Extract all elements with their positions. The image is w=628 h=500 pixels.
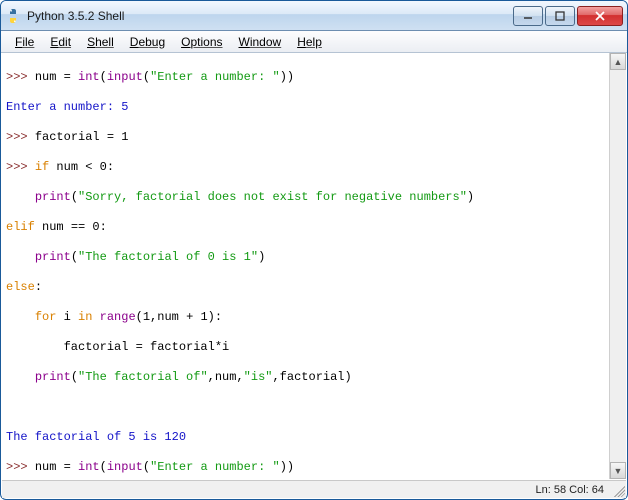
menu-shell[interactable]: Shell: [79, 33, 122, 51]
minimize-button[interactable]: [513, 6, 543, 26]
window-title: Python 3.5.2 Shell: [27, 9, 513, 23]
python-icon: [5, 8, 21, 24]
menu-edit[interactable]: Edit: [42, 33, 79, 51]
menu-help[interactable]: Help: [289, 33, 330, 51]
titlebar: Python 3.5.2 Shell: [1, 1, 627, 31]
maximize-button[interactable]: [545, 6, 575, 26]
menu-options[interactable]: Options: [173, 33, 230, 51]
cursor-position: Ln: 58 Col: 64: [536, 484, 605, 496]
resize-grip[interactable]: [611, 483, 625, 497]
menu-window[interactable]: Window: [231, 33, 290, 51]
menu-debug[interactable]: Debug: [122, 33, 173, 51]
scroll-track[interactable]: [610, 70, 626, 462]
close-button[interactable]: [577, 6, 623, 26]
menu-file[interactable]: File: [7, 33, 42, 51]
statusbar: Ln: 58 Col: 64: [2, 480, 626, 498]
window-controls: [513, 6, 623, 26]
menubar: File Edit Shell Debug Options Window Hel…: [1, 31, 627, 53]
vertical-scrollbar[interactable]: ▲ ▼: [609, 53, 626, 479]
scroll-down-button[interactable]: ▼: [610, 462, 626, 479]
client-area: >>> num = int(input("Enter a number: "))…: [2, 53, 626, 479]
scroll-up-button[interactable]: ▲: [610, 53, 626, 70]
editor[interactable]: >>> num = int(input("Enter a number: "))…: [2, 53, 609, 479]
